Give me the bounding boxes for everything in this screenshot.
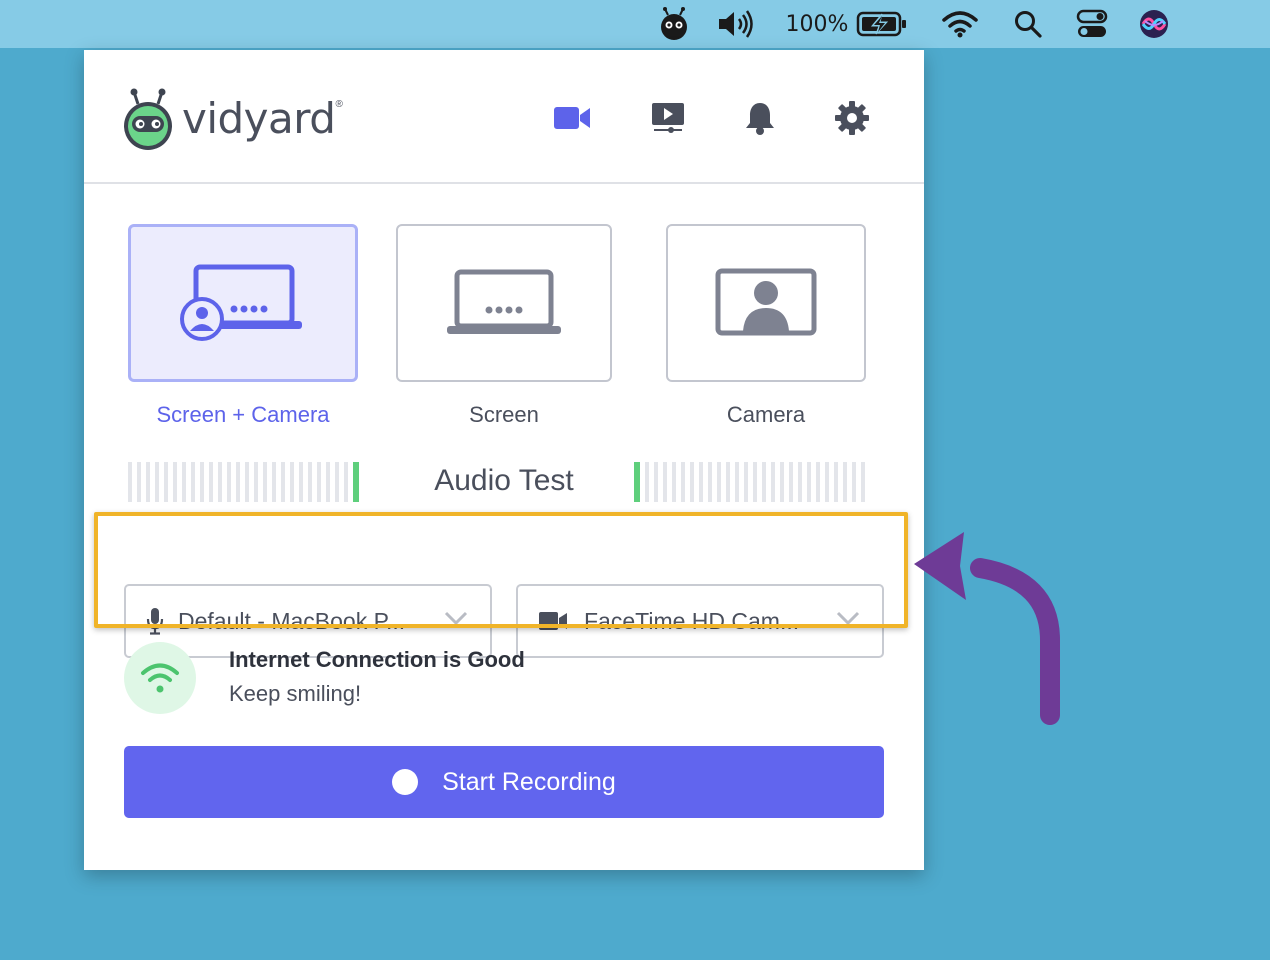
mode-label-screen-camera[interactable]: Screen + Camera	[128, 402, 358, 428]
search-icon[interactable]	[1010, 0, 1046, 48]
audio-meter-bar	[699, 462, 703, 502]
record-dot-icon	[392, 769, 419, 795]
audio-meter-bar	[771, 462, 775, 502]
audio-meter-bar	[236, 462, 240, 502]
device-selects-highlight	[94, 512, 908, 628]
audio-meter-bar	[245, 462, 249, 502]
audio-meter-bar	[816, 462, 820, 502]
brand-name: vidyard	[182, 93, 336, 143]
mode-screen[interactable]	[396, 224, 612, 382]
mode-screen-camera[interactable]	[128, 224, 358, 382]
audio-meter-bar	[173, 462, 177, 502]
vidyard-logo: vidyard ®	[122, 86, 343, 150]
audio-meter-bar	[663, 462, 667, 502]
audio-meter-bar	[344, 462, 348, 502]
audio-meter-bar	[182, 462, 186, 502]
audio-meter-bar	[681, 462, 685, 502]
audio-meter-bar	[690, 462, 694, 502]
audio-meter-bar	[155, 462, 159, 502]
volume-icon[interactable]	[714, 0, 758, 48]
audio-meter-bar	[335, 462, 339, 502]
audio-meter-bar	[137, 462, 141, 502]
audio-meter-bar	[807, 462, 811, 502]
audio-meter-bar	[317, 462, 321, 502]
audio-meter-bar	[634, 462, 640, 502]
audio-meter-bar	[164, 462, 168, 502]
annotation-arrow-icon	[914, 532, 1060, 725]
mode-camera[interactable]	[666, 224, 866, 382]
audio-meter-bar	[200, 462, 204, 502]
start-recording-button[interactable]: Start Recording	[124, 746, 884, 818]
audio-meter-bar	[726, 462, 730, 502]
audio-meter-bar	[834, 462, 838, 502]
wifi-icon[interactable]	[940, 0, 980, 48]
audio-meter-bar	[290, 462, 294, 502]
gear-icon[interactable]	[832, 98, 872, 138]
menubar: 100%	[0, 0, 1270, 48]
siri-icon[interactable]	[1136, 0, 1172, 48]
audio-meter-bar	[281, 462, 285, 502]
audio-meter-bar	[780, 462, 784, 502]
audio-meter-bar	[825, 462, 829, 502]
audio-meter-bar	[272, 462, 276, 502]
audio-meter-bar	[753, 462, 757, 502]
start-recording-label: Start Recording	[442, 767, 616, 796]
laptop-screen-icon	[447, 269, 561, 334]
audio-meter-bar	[843, 462, 847, 502]
audio-meter-bar	[789, 462, 793, 502]
header: vidyard ®	[84, 50, 924, 184]
vidyard-mascot-icon	[124, 88, 172, 150]
connection-status-icon	[124, 642, 196, 714]
control-center-icon[interactable]	[1072, 0, 1112, 48]
vidyard-panel: vidyard ® Screen + Camera Screen Camera …	[84, 50, 924, 870]
audio-meter-bar	[299, 462, 303, 502]
audio-meter-bar	[209, 462, 213, 502]
audio-meter-bar	[645, 462, 649, 502]
camera-user-icon	[715, 268, 817, 336]
battery-charging-icon[interactable]	[854, 0, 910, 48]
connection-subtitle: Keep smiling!	[229, 681, 362, 706]
vidyard-menubar-icon[interactable]	[655, 0, 693, 48]
brand-registered-mark: ®	[335, 98, 343, 110]
audio-meter-bar	[708, 462, 712, 502]
audio-meter-bar	[263, 462, 267, 502]
audio-meter-bar	[254, 462, 258, 502]
audio-meter-bar	[353, 462, 359, 502]
mode-label-screen[interactable]: Screen	[396, 402, 612, 428]
audio-meter-bar	[227, 462, 231, 502]
audio-meter-bar	[672, 462, 676, 502]
screen-player-icon[interactable]	[648, 98, 688, 138]
video-camera-icon[interactable]	[552, 98, 592, 138]
audio-meter-bar	[798, 462, 802, 502]
audio-meter-bar	[717, 462, 721, 502]
audio-meter-bar	[735, 462, 739, 502]
audio-meter-bar	[308, 462, 312, 502]
audio-meter-bar	[218, 462, 222, 502]
bell-icon[interactable]	[740, 98, 780, 138]
audio-meter-left	[128, 462, 359, 502]
audio-meter-bar	[861, 462, 865, 502]
audio-meter-bar	[191, 462, 195, 502]
wifi-icon	[141, 663, 179, 693]
audio-meter-bar	[654, 462, 658, 502]
audio-meter-bar	[128, 462, 132, 502]
battery-percentage: 100%	[785, 11, 849, 37]
audio-meter-bar	[744, 462, 748, 502]
audio-meter-bar	[146, 462, 150, 502]
audio-meter-bar	[326, 462, 330, 502]
audio-test-title: Audio Test	[434, 464, 574, 497]
audio-meter-bar	[852, 462, 856, 502]
screen-camera-icon	[180, 264, 302, 341]
connection-title: Internet Connection is Good	[229, 647, 525, 672]
audio-meter-bar	[762, 462, 766, 502]
audio-meter-right	[634, 462, 865, 502]
mode-label-camera[interactable]: Camera	[666, 402, 866, 428]
